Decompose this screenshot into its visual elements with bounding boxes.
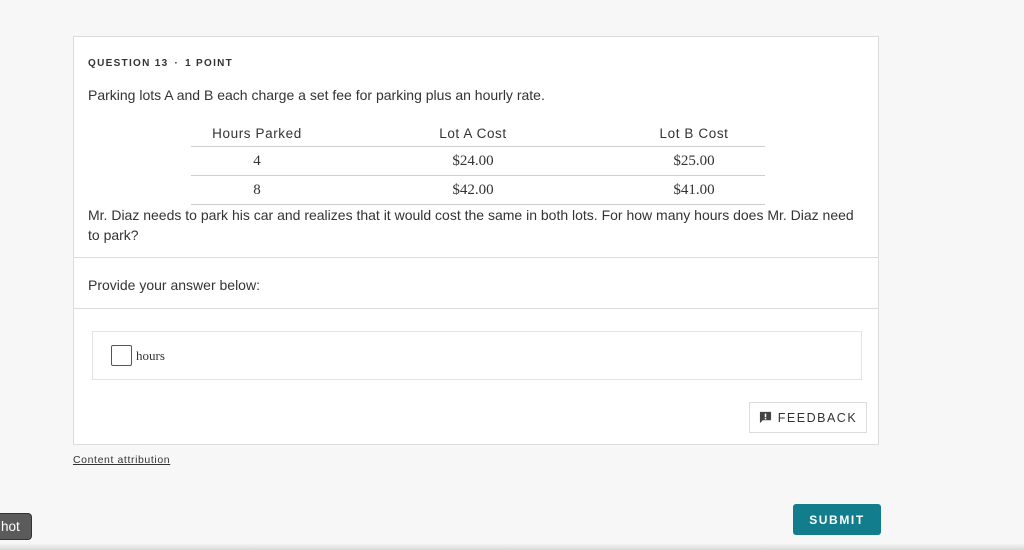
bottom-edge	[0, 544, 1024, 550]
question-header: QUESTION 13 · 1 POINT	[88, 58, 233, 69]
question-card: QUESTION 13 · 1 POINT Parking lots A and B…	[73, 36, 879, 445]
question-text: Mr. Diaz needs to park his car and reali…	[88, 207, 854, 243]
table-row: 8 $42.00 $41.00	[191, 175, 765, 205]
table-cell-hours: 4	[191, 146, 323, 176]
table-header-lot-b: Lot B Cost	[623, 120, 765, 147]
table-header-row: Hours Parked Lot A Cost Lot B Cost	[191, 120, 765, 147]
parking-cost-table: Hours Parked Lot A Cost Lot B Cost 4 $24…	[191, 120, 765, 205]
answer-label: Provide your answer below:	[88, 277, 260, 293]
table-row: 4 $24.00 $25.00	[191, 146, 765, 176]
table-header-lot-a: Lot A Cost	[323, 120, 623, 147]
table-cell-hours: 8	[191, 175, 323, 205]
answer-box: hours	[92, 331, 862, 380]
table-header-hours: Hours Parked	[191, 120, 323, 147]
divider	[74, 308, 878, 309]
unit-label: hours	[136, 348, 165, 363]
side-tab[interactable]: hot	[0, 513, 32, 540]
answer-input[interactable]	[111, 345, 132, 366]
table-cell-lot-a: $24.00	[323, 146, 623, 176]
content-attribution-link[interactable]: Content attribution	[73, 454, 170, 466]
question-number: QUESTION 13	[88, 58, 169, 69]
feedback-label: FEEDBACK	[777, 410, 858, 425]
table-cell-lot-b: $41.00	[623, 175, 765, 205]
table-cell-lot-b: $25.00	[623, 146, 765, 176]
page: QUESTION 13 · 1 POINT Parking lots A and B…	[0, 0, 1024, 550]
header-separator: ·	[174, 58, 180, 69]
feedback-button[interactable]: FEEDBACK	[749, 402, 867, 433]
question-prompt: Parking lots A and B each charge a set f…	[88, 87, 545, 103]
submit-button[interactable]: SUBMIT	[793, 504, 881, 535]
table-cell-lot-a: $42.00	[323, 175, 623, 205]
divider	[74, 257, 878, 258]
question-points: 1 POINT	[185, 58, 234, 69]
feedback-icon	[759, 411, 771, 424]
